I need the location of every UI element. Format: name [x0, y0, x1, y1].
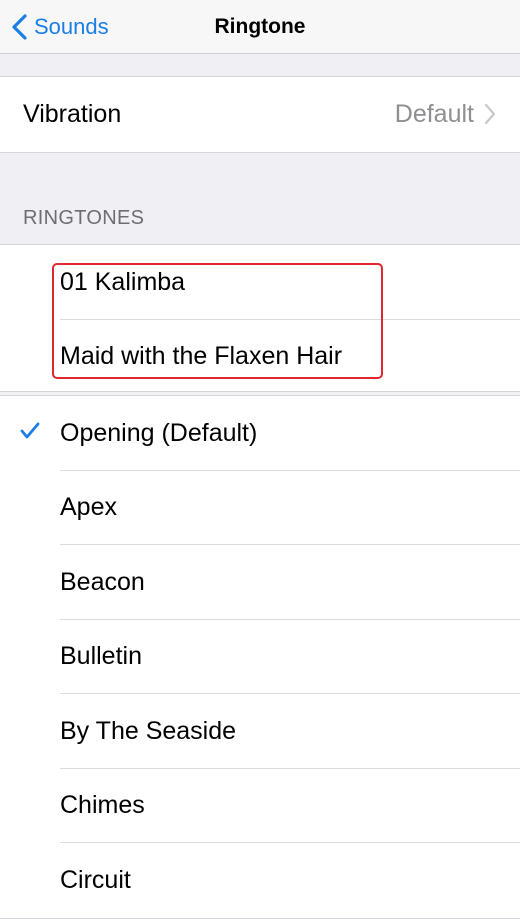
ringtone-label: Circuit: [60, 865, 131, 894]
ringtone-label: Beacon: [60, 567, 145, 596]
ringtone-label: Chimes: [60, 791, 145, 820]
highlight-annotation-box: [52, 263, 383, 379]
list-item-chimes[interactable]: Chimes: [0, 769, 520, 843]
list-item-by-the-seaside[interactable]: By The Seaside: [0, 694, 520, 769]
ringtones-list: Opening (Default) Apex Beacon Bulletin B…: [0, 396, 520, 919]
vibration-section: Vibration Default: [0, 76, 520, 153]
chevron-left-icon: [12, 14, 27, 40]
ringtone-label: By The Seaside: [60, 716, 237, 745]
ringtone-label: Opening (Default): [60, 418, 258, 447]
list-item-bulletin[interactable]: Bulletin: [0, 620, 520, 694]
list-item-circuit[interactable]: Circuit: [0, 843, 520, 918]
ringtone-label: Apex: [60, 493, 117, 522]
list-item-apex[interactable]: Apex: [0, 471, 520, 545]
vibration-row[interactable]: Vibration Default: [0, 77, 520, 152]
back-button-label: Sounds: [34, 14, 109, 39]
list-item-beacon[interactable]: Beacon: [0, 545, 520, 620]
checkmark-icon: [20, 422, 40, 439]
navigation-bar: Sounds Ringtone: [0, 0, 520, 54]
list-item-opening-default[interactable]: Opening (Default): [0, 396, 520, 471]
vibration-label: Vibration: [23, 99, 122, 128]
vibration-value: Default: [394, 100, 474, 128]
ringtone-label: Bulletin: [60, 642, 142, 671]
back-button[interactable]: Sounds: [10, 8, 109, 46]
ringtones-section-header: RINGTONES: [23, 207, 145, 229]
chevron-right-icon: [484, 103, 496, 125]
